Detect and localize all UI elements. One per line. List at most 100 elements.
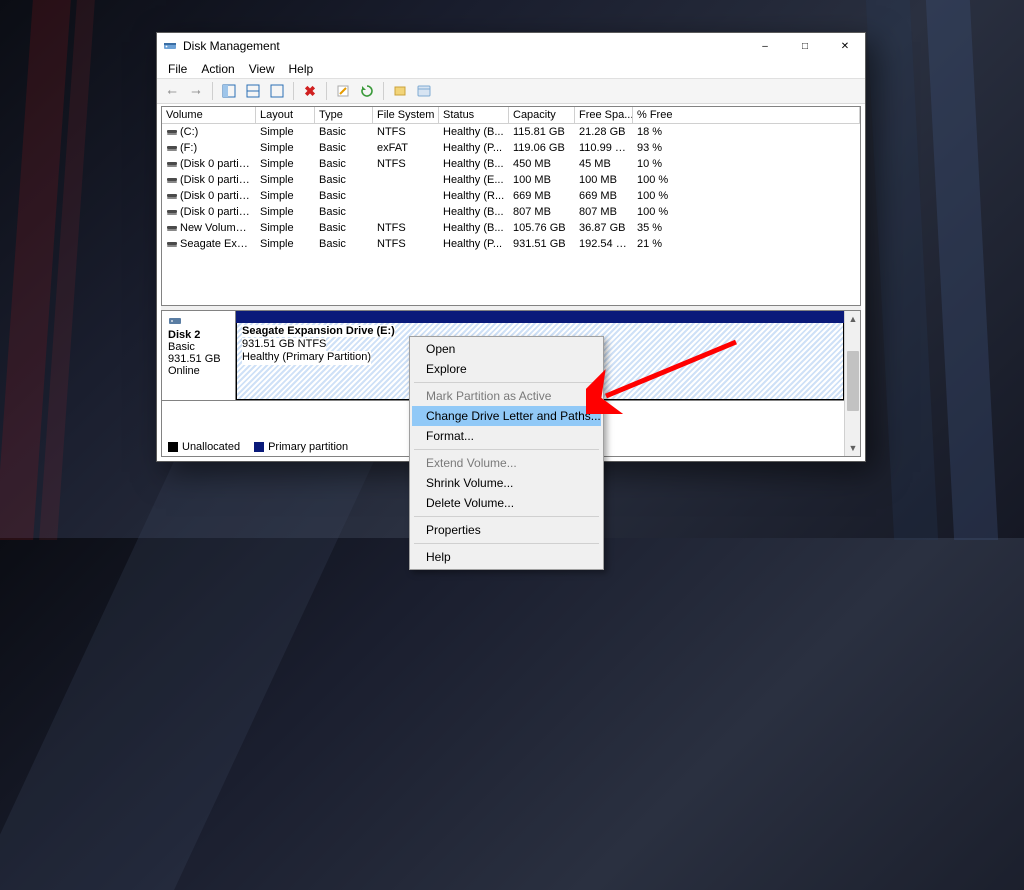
nav-back-icon: ⭠ (161, 80, 183, 102)
volume-row[interactable]: (C:)SimpleBasicNTFSHealthy (B...115.81 G… (162, 125, 860, 141)
partition-sizefs: 931.51 GB NTFS (242, 338, 326, 351)
menu-view[interactable]: View (242, 60, 282, 78)
cell-pctfree: 100 % (633, 205, 860, 221)
ctx-delete[interactable]: Delete Volume... (412, 493, 601, 513)
toolbar-list-icon[interactable] (413, 80, 435, 102)
scroll-up-icon[interactable]: ▲ (845, 311, 861, 327)
cell-type: Basic (315, 205, 373, 221)
cell-type: Basic (315, 189, 373, 205)
volume-row[interactable]: (Disk 0 partition 6)SimpleBasicHealthy (… (162, 205, 860, 221)
cell-type: Basic (315, 141, 373, 157)
maximize-button[interactable]: □ (785, 33, 825, 59)
disk-icon (168, 315, 182, 327)
volume-list-header: Volume Layout Type File System Status Ca… (162, 107, 860, 125)
toolbar-refresh-icon[interactable] (356, 80, 378, 102)
volume-icon (166, 191, 178, 201)
cell-status: Healthy (P... (439, 237, 509, 253)
cell-status: Healthy (B... (439, 205, 509, 221)
cell-status: Healthy (B... (439, 221, 509, 237)
ctx-format[interactable]: Format... (412, 426, 601, 446)
cell-pctfree: 21 % (633, 237, 860, 253)
cell-fs: NTFS (373, 221, 439, 237)
toolbar: ⭠ ⭢ ✖ (157, 78, 865, 104)
ctx-shrink[interactable]: Shrink Volume... (412, 473, 601, 493)
ctx-explore[interactable]: Explore (412, 359, 601, 379)
cell-status: Healthy (R... (439, 189, 509, 205)
cell-volume: New Volume (D:) (162, 221, 256, 237)
volume-icon (166, 239, 178, 249)
cell-freespace: 110.99 GB (575, 141, 633, 157)
cell-pctfree: 100 % (633, 173, 860, 189)
minimize-button[interactable]: – (745, 33, 785, 59)
cell-pctfree: 100 % (633, 189, 860, 205)
menu-help[interactable]: Help (282, 60, 321, 78)
cell-capacity: 105.76 GB (509, 221, 575, 237)
volume-row[interactable]: (F:)SimpleBasicexFATHealthy (P...119.06 … (162, 141, 860, 157)
volume-row[interactable]: (Disk 0 partition 1)SimpleBasicNTFSHealt… (162, 157, 860, 173)
toolbar-grid-icon[interactable] (242, 80, 264, 102)
cell-layout: Simple (256, 205, 315, 221)
volume-icon (166, 223, 178, 233)
cell-capacity: 669 MB (509, 189, 575, 205)
cell-pctfree: 18 % (633, 125, 860, 141)
cell-layout: Simple (256, 141, 315, 157)
volume-icon (166, 143, 178, 153)
cell-fs (373, 173, 439, 189)
scroll-down-icon[interactable]: ▼ (845, 440, 861, 456)
cell-type: Basic (315, 125, 373, 141)
cell-volume: Seagate Expansion... (162, 237, 256, 253)
titlebar[interactable]: Disk Management – □ ✕ (157, 33, 865, 59)
ctx-open[interactable]: Open (412, 339, 601, 359)
toolbar-views-icon[interactable] (218, 80, 240, 102)
volume-list-body[interactable]: (C:)SimpleBasicNTFSHealthy (B...115.81 G… (162, 125, 860, 305)
volume-row[interactable]: New Volume (D:)SimpleBasicNTFSHealthy (B… (162, 221, 860, 237)
nav-forward-icon: ⭢ (185, 80, 207, 102)
volume-row[interactable]: Seagate Expansion...SimpleBasicNTFSHealt… (162, 237, 860, 253)
cell-freespace: 36.87 GB (575, 221, 633, 237)
volume-row[interactable]: (Disk 0 partition 2)SimpleBasicHealthy (… (162, 173, 860, 189)
cell-status: Healthy (B... (439, 157, 509, 173)
scroll-thumb[interactable] (847, 351, 859, 411)
ctx-properties[interactable]: Properties (412, 520, 601, 540)
cell-layout: Simple (256, 189, 315, 205)
col-pctfree[interactable]: % Free (633, 107, 860, 124)
menu-file[interactable]: File (161, 60, 194, 78)
col-capacity[interactable]: Capacity (509, 107, 575, 124)
col-layout[interactable]: Layout (256, 107, 315, 124)
partition-header-strip (236, 311, 844, 323)
cell-layout: Simple (256, 237, 315, 253)
volume-icon (166, 175, 178, 185)
cell-capacity: 807 MB (509, 205, 575, 221)
legend-unallocated: Unallocated (182, 441, 240, 453)
col-type[interactable]: Type (315, 107, 373, 124)
col-filesystem[interactable]: File System (373, 107, 439, 124)
cell-volume: (F:) (162, 141, 256, 157)
vertical-scrollbar[interactable]: ▲ ▼ (844, 311, 860, 456)
cell-status: Healthy (P... (439, 141, 509, 157)
toolbar-new-icon[interactable] (389, 80, 411, 102)
toolbar-blank-icon[interactable] (266, 80, 288, 102)
col-freespace[interactable]: Free Spa... (575, 107, 633, 124)
legend-primary: Primary partition (268, 441, 348, 453)
close-button[interactable]: ✕ (825, 33, 865, 59)
col-status[interactable]: Status (439, 107, 509, 124)
toolbar-delete-icon[interactable]: ✖ (299, 80, 321, 102)
cell-fs (373, 205, 439, 221)
cell-pctfree: 10 % (633, 157, 860, 173)
menu-action[interactable]: Action (194, 60, 241, 78)
cell-layout: Simple (256, 221, 315, 237)
volume-icon (166, 127, 178, 137)
cell-layout: Simple (256, 125, 315, 141)
app-icon (163, 39, 177, 53)
ctx-change-letter[interactable]: Change Drive Letter and Paths... (412, 406, 601, 426)
cell-capacity: 115.81 GB (509, 125, 575, 141)
cell-volume: (Disk 0 partition 1) (162, 157, 256, 173)
disk-size: 931.51 GB (168, 353, 229, 365)
ctx-help[interactable]: Help (412, 547, 601, 567)
toolbar-properties-icon[interactable] (332, 80, 354, 102)
col-volume[interactable]: Volume (162, 107, 256, 124)
disk-status: Online (168, 365, 229, 377)
volume-list-panel: Volume Layout Type File System Status Ca… (161, 106, 861, 306)
cell-capacity: 450 MB (509, 157, 575, 173)
volume-row[interactable]: (Disk 0 partition 5)SimpleBasicHealthy (… (162, 189, 860, 205)
